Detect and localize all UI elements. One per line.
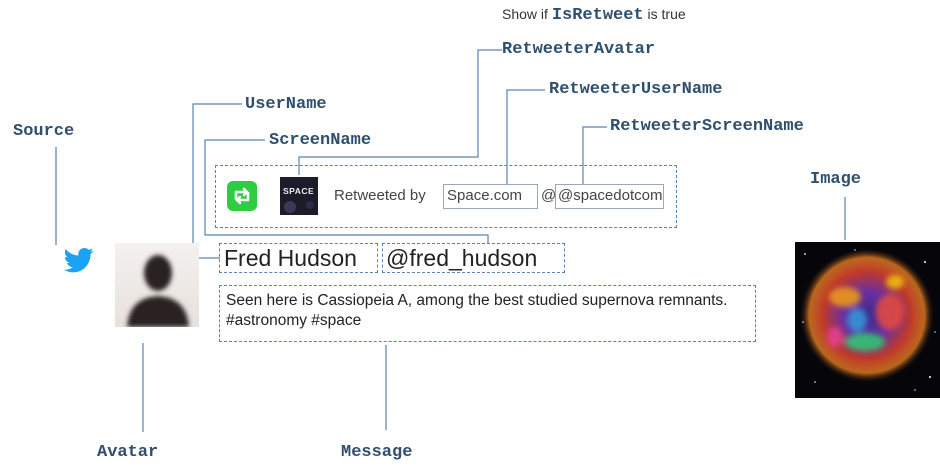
show-if-prefix: Show if [502, 6, 548, 22]
retweeter-avatar[interactable]: SPACE [280, 177, 318, 215]
retweeter-user-name-label: RetweeterUserName [549, 80, 723, 99]
retweeter-user-name-box[interactable]: Space.com [443, 184, 538, 209]
image-label: Image [810, 170, 862, 189]
retweeter-avatar-label: RetweeterAvatar [502, 40, 656, 59]
show-if-suffix: is true [647, 6, 686, 22]
screen-name-box[interactable]: @fred_hudson [382, 243, 565, 273]
message-text: Seen here is Cassiopeia A, among the bes… [226, 292, 728, 329]
screen-name-label: ScreenName [269, 131, 372, 150]
user-name: Fred Hudson [224, 245, 357, 271]
show-if-note: Show if IsRetweet is true [502, 6, 686, 25]
screen-name: @fred_hudson [386, 245, 538, 271]
connector-retweeter-avatar [298, 49, 502, 175]
user-avatar[interactable] [115, 243, 199, 327]
show-if-code: IsRetweet [551, 6, 644, 25]
message-label: Message [341, 443, 413, 462]
source-label: Source [13, 122, 75, 141]
tweet-image[interactable] [795, 242, 940, 398]
message-box[interactable]: Seen here is Cassiopeia A, among the bes… [219, 285, 756, 342]
user-name-box[interactable]: Fred Hudson [219, 243, 378, 273]
retweeter-screen-name-at: @ [541, 187, 557, 204]
retweeter-user-name: Space.com [447, 187, 523, 204]
retweeter-screen-name-label: RetweeterScreenName [610, 117, 804, 136]
retweeter-screen-name-box[interactable]: @spacedotcom [555, 184, 664, 209]
avatar-label: Avatar [97, 443, 159, 462]
retweet-icon [227, 181, 257, 211]
retweeter-avatar-text: SPACE [283, 186, 315, 196]
user-name-label: UserName [245, 95, 327, 114]
twitter-bird-icon[interactable] [62, 245, 96, 275]
retweeted-by-text: Retweeted by [334, 187, 426, 204]
retweeter-screen-name: @spacedotcom [558, 187, 663, 204]
